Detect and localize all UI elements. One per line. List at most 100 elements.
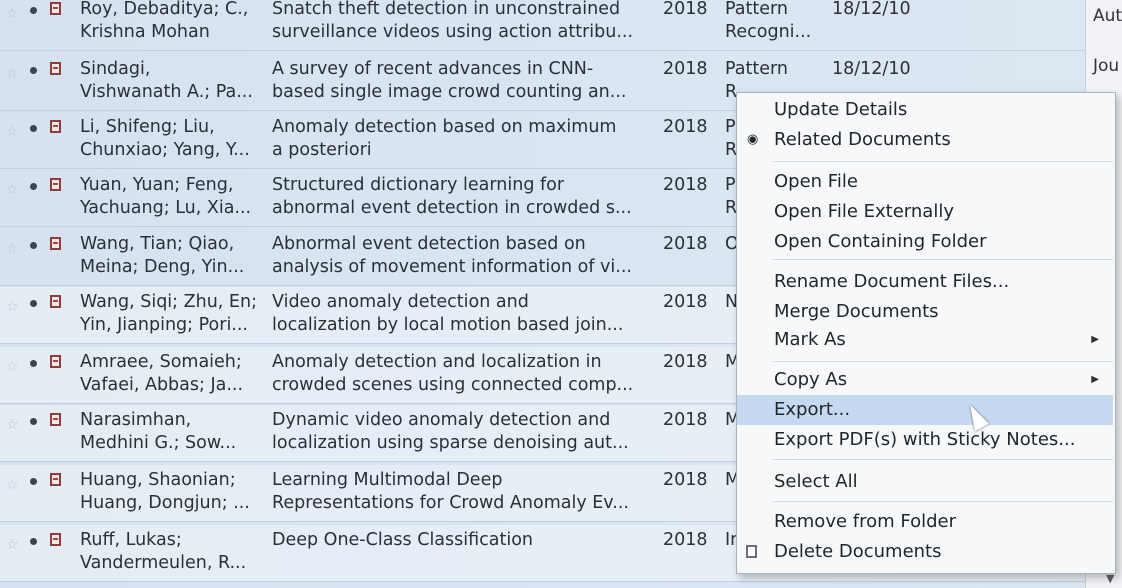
title-line: Representations for Crowd Anomaly Ev... xyxy=(272,493,629,513)
year-cell: 2018 xyxy=(663,410,708,430)
star-icon[interactable]: ☆ xyxy=(6,356,19,379)
menu-item-label: Export... xyxy=(774,399,851,420)
title-line: abnormal event detection in crowded s... xyxy=(272,198,632,218)
menu-item-label: Update Details xyxy=(774,99,908,120)
pdf-file-icon[interactable] xyxy=(50,62,61,75)
menu-item-update-details[interactable]: Update Details xyxy=(737,95,1113,125)
authors-cell: Roy, Debaditya; C., Krishna Mohan xyxy=(80,0,260,44)
title-line: A survey of recent advances in CNN- xyxy=(272,59,594,79)
title-line: based single image crowd counting an... xyxy=(272,82,627,102)
menu-item-rename-document-files[interactable]: Rename Document Files... xyxy=(737,267,1113,297)
unread-dot-icon xyxy=(30,242,37,249)
pdf-file-icon[interactable] xyxy=(50,237,61,250)
menu-item-merge-documents[interactable]: Merge Documents xyxy=(737,297,1113,327)
pdf-file-icon[interactable] xyxy=(50,2,61,15)
menu-item-mark-as[interactable]: Mark As ▶ xyxy=(737,325,1113,355)
title-line: surveillance videos using action attribu… xyxy=(272,22,634,42)
pdf-file-icon[interactable] xyxy=(50,473,61,486)
title-cell: Dynamic video anomaly detection and local… xyxy=(272,409,652,455)
menu-separator xyxy=(773,501,1113,502)
authors-line: Li, Shifeng; Liu, xyxy=(80,117,215,137)
year-cell: 2018 xyxy=(663,352,708,372)
title-cell: Learning Multimodal Deep Representations … xyxy=(272,469,652,515)
pdf-file-icon[interactable] xyxy=(50,355,61,368)
unread-dot-icon xyxy=(30,478,37,485)
title-line: Abnormal event detection based on xyxy=(272,234,586,254)
added-date-cell: 18/12/10 xyxy=(832,0,911,19)
authors-line: Amraee, Somaieh; xyxy=(80,352,242,372)
year-cell: 2018 xyxy=(663,117,708,137)
star-icon[interactable]: ☆ xyxy=(6,534,19,557)
menu-item-copy-as[interactable]: Copy As ▶ xyxy=(737,365,1113,395)
added-date-cell: 18/12/10 xyxy=(832,59,911,79)
title-line: Deep One-Class Classification xyxy=(272,530,534,550)
menu-item-label: Remove from Folder xyxy=(774,511,957,532)
menu-item-open-file-externally[interactable]: Open File Externally xyxy=(737,197,1113,227)
publication-line: Pattern xyxy=(725,0,788,19)
table-row[interactable]: ☆ Roy, Debaditya; C., Krishna Mohan Snatch … xyxy=(0,0,1085,51)
unread-dot-icon xyxy=(30,7,37,14)
authors-line: Vishwanath A.; Pa... xyxy=(80,82,253,102)
authors-cell: Sindagi, Vishwanath A.; Pa... xyxy=(80,58,260,104)
title-cell: Anomaly detection based on maximum a post… xyxy=(272,116,652,162)
unread-dot-icon xyxy=(30,300,37,307)
menu-item-export[interactable]: Export... xyxy=(737,395,1113,425)
authors-line: Vafaei, Abbas; Ja... xyxy=(80,375,244,395)
unread-dot-icon xyxy=(30,183,37,190)
star-icon[interactable]: ☆ xyxy=(6,3,19,26)
menu-item-related-documents[interactable]: ◉ Related Documents xyxy=(737,125,1113,155)
authors-cell: Narasimhan, Medhini G.; Sow... xyxy=(80,409,260,455)
authors-line: Meina; Deng, Yin... xyxy=(80,257,245,277)
title-cell: Abnormal event detection based on analysi… xyxy=(272,233,652,279)
authors-line: Vandermeulen, R... xyxy=(80,553,247,573)
title-line: Structured dictionary learning for xyxy=(272,175,565,195)
star-icon[interactable]: ☆ xyxy=(6,474,19,497)
details-field-label: Jou xyxy=(1093,56,1120,76)
star-icon[interactable]: ☆ xyxy=(6,238,19,261)
menu-item-select-all[interactable]: Select All xyxy=(737,467,1113,497)
pdf-file-icon[interactable] xyxy=(50,178,61,191)
publication-line: Pattern xyxy=(725,59,788,79)
star-icon[interactable]: ☆ xyxy=(6,414,19,437)
authors-cell: Wang, Tian; Qiao, Meina; Deng, Yin... xyxy=(80,233,260,279)
authors-line: Sindagi, xyxy=(80,59,151,79)
menu-item-open-file[interactable]: Open File xyxy=(737,167,1113,197)
menu-separator xyxy=(773,459,1113,460)
unread-dot-icon xyxy=(30,67,37,74)
menu-item-label: Related Documents xyxy=(774,129,951,150)
title-cell: Structured dictionary learning for abnorm… xyxy=(272,174,652,220)
authors-line: Yachuang; Lu, Xia... xyxy=(80,198,252,218)
authors-cell: Li, Shifeng; Liu, Chunxiao; Yang, Y... xyxy=(80,116,260,162)
authors-cell: Amraee, Somaieh; Vafaei, Abbas; Ja... xyxy=(80,351,260,397)
year-cell: 2018 xyxy=(663,292,708,312)
star-icon[interactable]: ☆ xyxy=(6,296,19,319)
star-icon[interactable]: ☆ xyxy=(6,179,19,202)
menu-item-remove-from-folder[interactable]: Remove from Folder xyxy=(737,507,1113,537)
context-menu: Update Details ◉ Related Documents Open Fil… xyxy=(736,92,1116,574)
star-icon[interactable]: ☆ xyxy=(6,121,19,144)
authors-line: Huang, Dongjun; ... xyxy=(80,493,250,513)
star-icon[interactable]: ☆ xyxy=(6,63,19,86)
unread-dot-icon xyxy=(30,125,37,132)
year-cell: 2018 xyxy=(663,59,708,79)
pdf-file-icon[interactable] xyxy=(50,120,61,133)
authors-line: Wang, Tian; Qiao, xyxy=(80,234,235,254)
pdf-file-icon[interactable] xyxy=(50,533,61,546)
unread-dot-icon xyxy=(30,418,37,425)
menu-item-delete-documents[interactable]: Delete Documents xyxy=(737,537,1113,567)
pdf-file-icon[interactable] xyxy=(50,413,61,426)
title-line: Dynamic video anomaly detection and xyxy=(272,410,611,430)
submenu-arrow-icon: ▶ xyxy=(1091,374,1099,385)
scroll-down-arrow-icon[interactable]: ▼ xyxy=(1106,572,1114,585)
authors-cell: Yuan, Yuan; Feng, Yachuang; Lu, Xia... xyxy=(80,174,260,220)
menu-item-label: Merge Documents xyxy=(774,301,939,322)
authors-cell: Huang, Shaonian; Huang, Dongjun; ... xyxy=(80,469,260,515)
menu-separator xyxy=(773,161,1113,162)
menu-item-export-pdf-s-with-sticky-notes[interactable]: Export PDF(s) with Sticky Notes... xyxy=(737,425,1113,455)
menu-item-open-containing-folder[interactable]: Open Containing Folder xyxy=(737,227,1113,257)
authors-line: Narasimhan, xyxy=(80,410,192,430)
menu-item-label: Delete Documents xyxy=(774,541,942,562)
pdf-file-icon[interactable] xyxy=(50,295,61,308)
unread-dot-icon xyxy=(30,538,37,545)
authors-line: Chunxiao; Yang, Y... xyxy=(80,140,250,160)
